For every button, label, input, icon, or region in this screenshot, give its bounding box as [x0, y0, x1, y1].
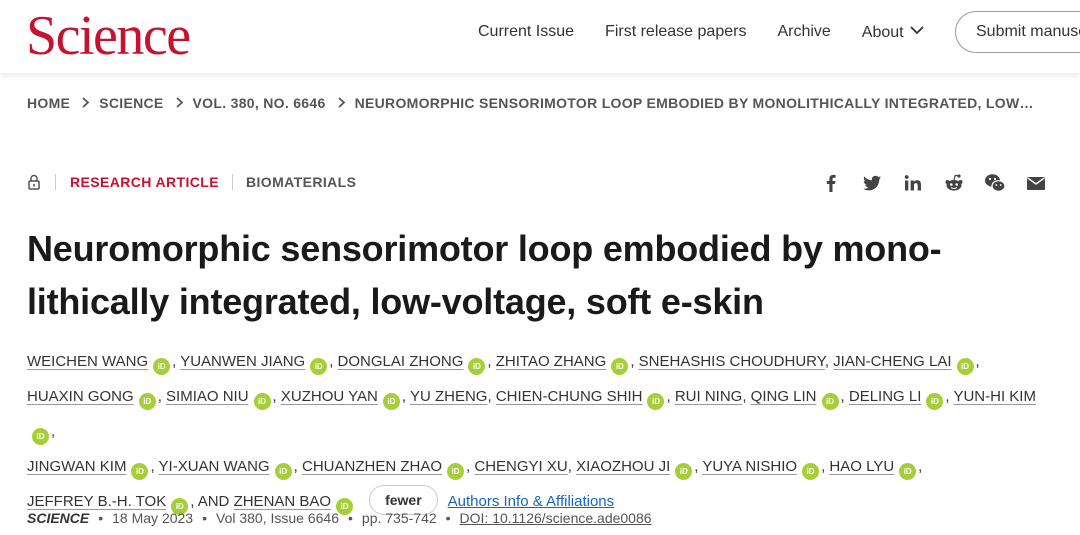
author-link[interactable]: Deling Li [849, 388, 922, 405]
orcid-icon[interactable]: iD [468, 358, 486, 375]
volume-issue: Vol 380, Issue 6646 [216, 510, 339, 526]
chevron-right-icon [82, 95, 90, 111]
orcid-icon[interactable]: iD [647, 393, 665, 410]
author-link[interactable]: Zhenan Bao [234, 493, 332, 510]
breadcrumb-home[interactable]: HOME [27, 95, 70, 111]
breadcrumb: HOME SCIENCE VOL. 380, NO. 6646 NEUROMOR… [27, 95, 1034, 111]
separator-dot: • [348, 510, 353, 526]
orcid-icon[interactable]: iD [447, 463, 465, 480]
separator-dot: • [202, 510, 207, 526]
orcid-icon[interactable]: iD [611, 358, 629, 375]
author-link[interactable]: Jeffrey B.-H. Tok [27, 493, 166, 510]
orcid-icon[interactable]: iD [310, 358, 328, 375]
author-list: Weichen Wang iD, Yuanwen Jiang iD, Donglai… [27, 344, 1057, 519]
orcid-icon[interactable]: iD [899, 463, 917, 480]
author-link[interactable]: Donglai Zhong [338, 353, 464, 370]
chevron-right-icon [175, 95, 183, 111]
orcid-icon[interactable]: iD [32, 428, 49, 445]
author-link[interactable]: Yu Zheng [410, 388, 488, 405]
author-link[interactable]: Chuanzhen Zhao [302, 458, 442, 475]
breadcrumb-science[interactable]: SCIENCE [99, 95, 163, 111]
nav-about[interactable]: About [862, 20, 924, 44]
article-subject[interactable]: BIOMATERIALS [232, 174, 356, 190]
author-link[interactable]: Rui Ning [675, 388, 743, 405]
author-link[interactable]: Snehashis Choudhury [639, 353, 825, 370]
nav-first-release-papers[interactable]: First release papers [605, 21, 746, 43]
author-link[interactable]: Yuanwen Jiang [180, 353, 305, 370]
author-link[interactable]: Weichen Wang [27, 353, 148, 370]
orcid-icon[interactable]: iD [253, 393, 271, 410]
twitter-icon[interactable] [861, 172, 883, 194]
author-link[interactable]: Yun-Hi Kim [953, 388, 1036, 405]
author-link[interactable]: Yi-Xuan Wang [159, 458, 270, 475]
author-link[interactable]: Xiaozhou Ji [576, 458, 670, 475]
submit-manuscript-button[interactable]: Submit manuscript [955, 11, 1080, 53]
author-link[interactable]: Qing Lin [751, 388, 817, 405]
reddit-icon[interactable] [943, 172, 965, 194]
author-link[interactable]: Xuzhou Yan [281, 388, 378, 405]
orcid-icon[interactable]: iD [956, 358, 974, 375]
email-icon[interactable] [1025, 172, 1047, 194]
journal-name[interactable]: SCIENCE [27, 510, 89, 526]
authors-info-affiliations-link[interactable]: Authors Info & Affiliations [448, 493, 615, 510]
doi-link[interactable]: DOI: 10.1126/science.ade0086 [460, 510, 652, 526]
separator-dot: • [98, 510, 104, 526]
breadcrumb-volume[interactable]: VOL. 380, NO. 6646 [193, 95, 326, 111]
author-link[interactable]: Yuya Nishio [702, 458, 797, 475]
divider [55, 174, 56, 190]
article-type: RESEARCH ARTICLE [70, 174, 219, 190]
orcid-icon[interactable]: iD [675, 463, 693, 480]
site-header: Science Current Issue First release pape… [0, 0, 1080, 73]
orcid-icon[interactable]: iD [138, 393, 156, 410]
breadcrumb-current: NEUROMORPHIC SENSORIMOTOR LOOP EMBODIED … [354, 95, 1034, 111]
author-link[interactable]: Zhitao Zhang [496, 353, 607, 370]
share-bar [820, 172, 1066, 194]
separator-dot: • [445, 510, 451, 526]
author-link[interactable]: Jian-Cheng Lai [833, 353, 951, 370]
nav-archive[interactable]: Archive [777, 21, 830, 43]
main-nav: Current Issue First release papers Archi… [478, 20, 955, 44]
page-range: pp. 735-742 [361, 510, 437, 526]
author-link[interactable]: Hao Lyu [829, 458, 894, 475]
publication-date: 18 May 2023 [112, 510, 194, 526]
article-title: Neuromorphic sensorimotor loop embodied … [27, 228, 942, 322]
orcid-icon[interactable]: iD [153, 358, 171, 375]
article-meta: RESEARCH ARTICLE BIOMATERIALS [27, 174, 356, 190]
orcid-icon[interactable]: iD [926, 393, 944, 410]
nav-current-issue[interactable]: Current Issue [478, 21, 574, 43]
linkedin-icon[interactable] [902, 172, 924, 194]
orcid-icon[interactable]: iD [274, 463, 292, 480]
author-link[interactable]: Huaxin Gong [27, 388, 134, 405]
citation-line: SCIENCE • 18 May 2023 • Vol 380, Issue 6646 •… [27, 510, 652, 526]
chevron-down-icon [909, 20, 924, 42]
orcid-icon[interactable]: iD [821, 393, 839, 410]
author-link[interactable]: Jingwan Kim [27, 458, 126, 475]
orcid-icon[interactable]: iD [131, 463, 149, 480]
author-conjunction: AND [194, 493, 234, 510]
chevron-right-icon [337, 95, 345, 111]
science-logo[interactable]: Science [26, 6, 191, 66]
nav-about-label: About [861, 24, 904, 41]
lock-icon [27, 174, 41, 190]
author-link[interactable]: Chien-Chung Shih [496, 388, 643, 405]
orcid-icon[interactable]: iD [382, 393, 400, 410]
orcid-icon[interactable]: iD [802, 463, 820, 480]
wechat-icon[interactable] [984, 172, 1006, 194]
author-link[interactable]: Simiao Niu [166, 388, 249, 405]
facebook-icon[interactable] [820, 172, 842, 194]
author-link[interactable]: Chengyi Xu [474, 458, 567, 475]
